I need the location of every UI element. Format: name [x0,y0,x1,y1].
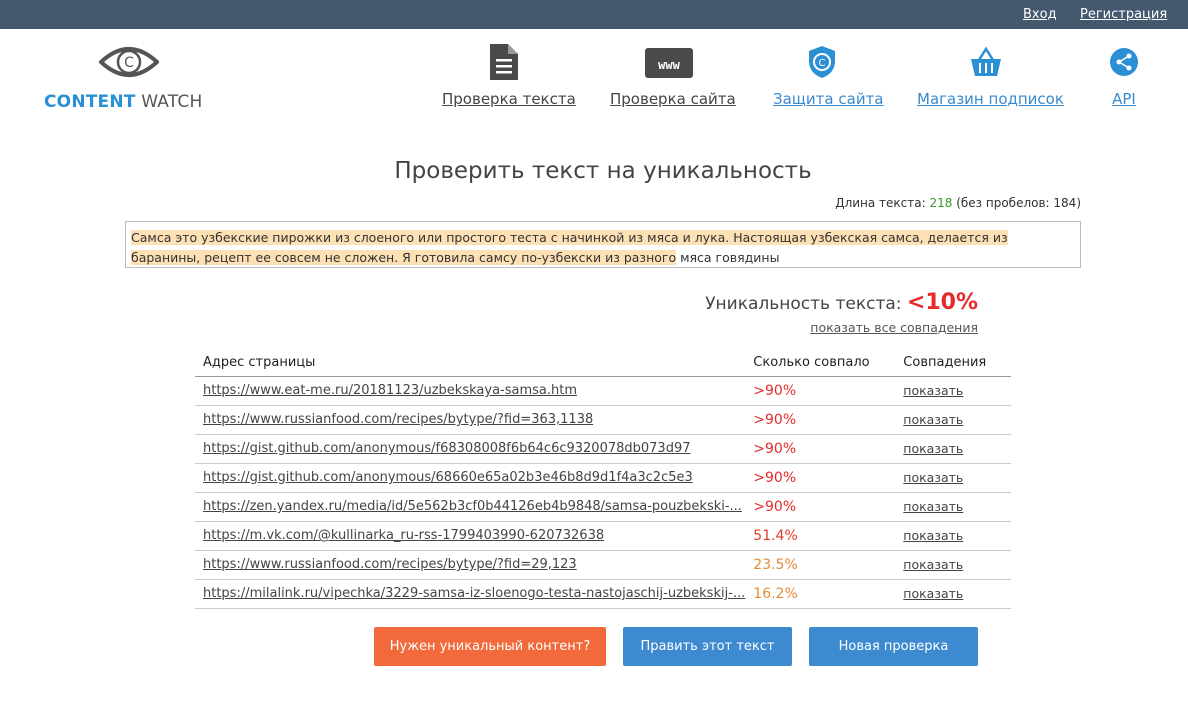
table-row: https://gist.github.com/anonymous/f68308… [195,434,1011,464]
shield-copyright-icon: C [808,46,835,78]
nav-label-api[interactable]: API [1106,90,1142,108]
logo-text: CONTENT WATCH [44,92,202,112]
matched-text-highlight: Самса это узбекские пирожки из слоеного … [131,230,1008,265]
table-row: https://www.eat-me.ru/20181123/uzbekskay… [195,376,1011,406]
table-row: https://milalink.ru/vipechka/3229-samsa-… [195,579,1011,609]
checked-text-box[interactable]: Самса это узбекские пирожки из слоеного … [125,221,1081,268]
edit-text-button[interactable]: Править этот текст [623,627,792,666]
text-length-count: 218 [929,196,953,210]
row-show-link[interactable]: показать [903,412,963,427]
header-address: Адрес страницы [195,345,746,377]
table-row: https://gist.github.com/anonymous/68660e… [195,463,1011,493]
nav-label-site-check[interactable]: Проверка сайта [610,90,736,108]
row-show-link[interactable]: показать [903,470,963,485]
header-matched: Сколько совпало [745,345,896,377]
uniqueness-label: Уникальность текста: [705,294,902,314]
top-bar: Вход Регистрация [0,0,1188,29]
document-icon [490,44,518,80]
row-match-pct: 16.2% [745,579,896,609]
need-unique-content-button[interactable]: Нужен уникальный контент? [374,627,606,666]
unmatched-text: мяса говядины [676,250,780,265]
table-header-row: Адрес страницы Сколько совпало Совпадени… [195,345,1011,377]
row-show-link[interactable]: показать [903,499,963,514]
row-match-pct: 23.5% [745,550,896,580]
uniqueness-value: <10% [906,290,978,315]
show-all-matches-link[interactable]: показать все совпадения [810,320,978,335]
row-match-pct: 51.4% [745,521,896,551]
nav-label-text-check[interactable]: Проверка текста [442,90,576,108]
logo-part1: CONTENT [44,92,136,112]
text-length-label: Длина текста: [835,196,926,210]
basket-icon [970,46,1001,76]
nav-item-site-check[interactable]: www Проверка сайта [610,44,736,108]
row-show-link[interactable]: показать [903,528,963,543]
row-url-link[interactable]: https://m.vk.com/@kullinarka_ru-rss-1799… [203,528,604,543]
row-match-pct: >90% [745,492,896,522]
row-show-link[interactable]: показать [903,383,963,398]
row-url-link[interactable]: https://milalink.ru/vipechka/3229-samsa-… [203,586,745,601]
page-title: Проверить текст на уникальность [394,158,812,184]
row-url-link[interactable]: https://www.russianfood.com/recipes/byty… [203,557,577,572]
new-check-button[interactable]: Новая проверка [809,627,978,666]
logo[interactable]: C CONTENT WATCH [44,42,214,112]
nav-item-text-check[interactable]: Проверка текста [442,44,576,108]
www-icon: www [644,48,693,78]
row-show-link[interactable]: показать [903,586,963,601]
row-url-link[interactable]: https://www.russianfood.com/recipes/byty… [203,412,593,427]
row-match-pct: >90% [745,463,896,493]
register-link[interactable]: Регистрация [1080,7,1167,22]
api-share-icon [1110,48,1138,76]
eye-copyright-icon: C [99,47,159,77]
row-url-link[interactable]: https://gist.github.com/anonymous/68660e… [203,470,693,485]
uniqueness-result: Уникальность текста: <10% [705,290,978,315]
svg-text:C: C [818,58,825,69]
row-url-link[interactable]: https://www.eat-me.ru/20181123/uzbekskay… [203,383,577,398]
login-link[interactable]: Вход [1023,7,1057,22]
nav-item-site-protect[interactable]: C Защита сайта [773,44,884,108]
nav-label-shop[interactable]: Магазин подписок [917,90,1064,108]
header-matches: Совпадения [895,345,1011,377]
www-icon-text: www [658,58,680,72]
row-show-link[interactable]: показать [903,441,963,456]
svg-text:C: C [124,55,134,71]
text-length-nospace: (без пробелов: 184) [956,196,1081,210]
table-row: https://www.russianfood.com/recipes/byty… [195,550,1011,580]
table-row: https://www.russianfood.com/recipes/byty… [195,405,1011,435]
table-row: https://m.vk.com/@kullinarka_ru-rss-1799… [195,521,1011,551]
row-url-link[interactable]: https://zen.yandex.ru/media/id/5e562b3cf… [203,499,742,514]
matches-table: Адрес страницы Сколько совпало Совпадени… [195,345,1011,609]
row-match-pct: >90% [745,434,896,464]
logo-part2: WATCH [141,92,203,112]
row-match-pct: >90% [745,405,896,435]
nav-item-shop[interactable]: Магазин подписок [917,44,1064,108]
row-match-pct: >90% [745,376,896,406]
row-url-link[interactable]: https://gist.github.com/anonymous/f68308… [203,441,691,456]
table-row: https://zen.yandex.ru/media/id/5e562b3cf… [195,492,1011,522]
nav-label-site-protect[interactable]: Защита сайта [773,90,884,108]
text-length-info: Длина текста: 218 (без пробелов: 184) [835,196,1081,210]
nav-item-api[interactable]: API [1106,44,1142,108]
row-show-link[interactable]: показать [903,557,963,572]
